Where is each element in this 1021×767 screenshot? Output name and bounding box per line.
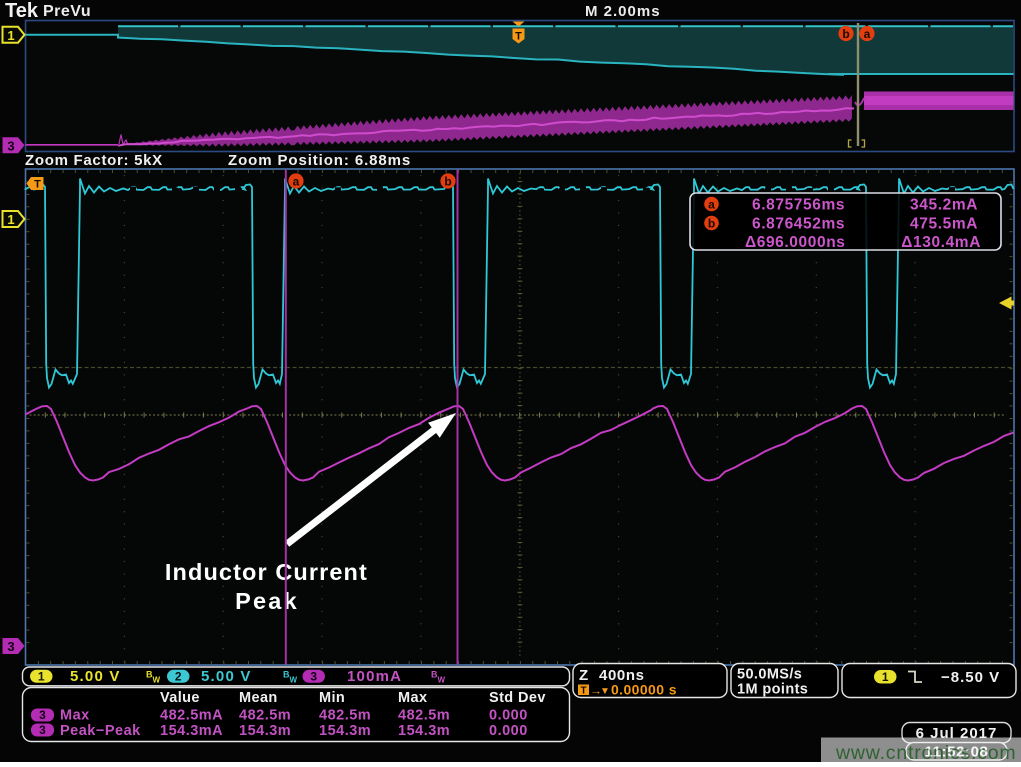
svg-text:Inductor Current: Inductor Current [165, 559, 368, 585]
svg-text:2: 2 [175, 669, 182, 683]
svg-text:6.876452ms: 6.876452ms [752, 216, 845, 233]
svg-text:Zoom Position: 6.88ms: Zoom Position: 6.88ms [228, 152, 411, 169]
svg-text:Tek: Tek [5, 0, 39, 22]
svg-text:3: 3 [310, 669, 317, 683]
svg-text:T: T [34, 179, 41, 191]
svg-text:0.000: 0.000 [489, 723, 528, 739]
svg-text:3: 3 [39, 708, 46, 722]
svg-text:475.5mA: 475.5mA [910, 216, 978, 233]
svg-text:345.2mA: 345.2mA [910, 197, 978, 214]
svg-text:0.000: 0.000 [489, 708, 528, 724]
svg-text:a: a [708, 198, 715, 212]
svg-text:482.5m: 482.5m [319, 708, 371, 724]
svg-text:Δ130.4mA: Δ130.4mA [901, 234, 981, 251]
svg-text:154.3mA: 154.3mA [160, 723, 223, 739]
svg-text:1: 1 [7, 212, 14, 227]
svg-text:Mean: Mean [239, 690, 278, 706]
svg-text:b: b [444, 175, 451, 189]
svg-text:Max: Max [398, 690, 427, 706]
svg-text:PreVu: PreVu [43, 3, 91, 20]
svg-text:a: a [293, 175, 300, 189]
svg-text:T: T [515, 31, 522, 43]
svg-text:154.3m: 154.3m [398, 723, 450, 739]
svg-text:482.5m: 482.5m [239, 708, 291, 724]
svg-text:6.875756ms: 6.875756ms [752, 197, 845, 214]
svg-text:Peak: Peak [235, 588, 299, 614]
svg-text:Min: Min [319, 690, 345, 706]
svg-text:1: 1 [882, 670, 889, 684]
svg-text:b: b [708, 217, 715, 231]
svg-text:Max: Max [60, 708, 90, 724]
svg-text:W: W [438, 676, 446, 685]
svg-text:482.5m: 482.5m [398, 708, 450, 724]
svg-text:154.3m: 154.3m [239, 723, 291, 739]
svg-text:5.00 V: 5.00 V [70, 668, 121, 685]
svg-text:Zoom Factor: 5kX: Zoom Factor: 5kX [25, 152, 163, 169]
svg-text:−8.50 V: −8.50 V [941, 669, 1000, 686]
svg-text:Z: Z [579, 667, 588, 684]
svg-text:3: 3 [7, 139, 14, 154]
svg-text:W: W [153, 676, 161, 685]
svg-text:Peak−Peak: Peak−Peak [60, 723, 141, 739]
svg-text:482.5mA: 482.5mA [160, 708, 223, 724]
svg-text:3: 3 [39, 723, 46, 737]
svg-text:154.3m: 154.3m [319, 723, 371, 739]
svg-text:100mA: 100mA [347, 668, 402, 685]
svg-text:b: b [842, 27, 849, 41]
svg-text:W: W [290, 676, 298, 685]
svg-text:T: T [580, 686, 586, 697]
svg-text:Value: Value [160, 690, 200, 706]
svg-text:a: a [864, 27, 871, 41]
svg-text:0.00000 s: 0.00000 s [611, 682, 677, 698]
svg-text:M 2.00ms: M 2.00ms [585, 3, 661, 20]
svg-text:1M points: 1M points [737, 682, 808, 698]
svg-text:Std Dev: Std Dev [489, 690, 546, 706]
svg-text:5.00 V: 5.00 V [201, 668, 252, 685]
svg-text:1: 1 [7, 28, 14, 43]
svg-text:11:52:08: 11:52:08 [924, 744, 988, 761]
svg-text:Δ696.0000ns: Δ696.0000ns [745, 234, 845, 251]
svg-text:1: 1 [38, 669, 45, 683]
svg-text:3: 3 [7, 639, 14, 654]
svg-text:▼: ▼ [600, 686, 610, 697]
svg-text:50.0MS/s: 50.0MS/s [737, 667, 802, 683]
